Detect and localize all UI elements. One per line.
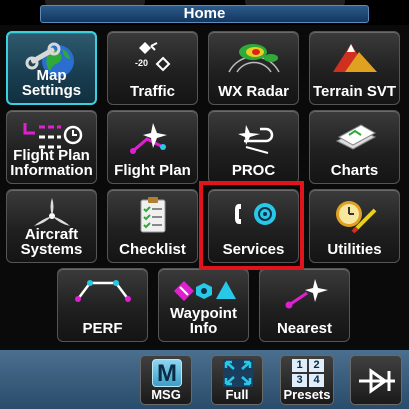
aircraft-systems-label: Aircraft Systems	[20, 226, 83, 258]
nearest-button[interactable]: Nearest	[259, 268, 350, 342]
utilities-button[interactable]: Utilities	[309, 189, 400, 263]
traffic-button[interactable]: -20 Traffic	[107, 31, 198, 105]
proc-label: PROC	[231, 162, 276, 179]
flight-plan-information-label: Flight Plan Information	[10, 147, 93, 179]
wx-radar-label: WX Radar	[218, 83, 289, 100]
page-title: Home	[183, 5, 226, 22]
top-bar: Home	[0, 0, 409, 28]
flight-plan-icon	[108, 117, 197, 157]
wx-radar-icon	[209, 38, 298, 78]
bottom-bar: M MSG Full 1 2 3 4 Presets	[0, 350, 409, 409]
msg-label: MSG	[151, 387, 181, 402]
flight-plan-label: Flight Plan	[114, 162, 191, 179]
wx-radar-button[interactable]: WX Radar	[208, 31, 299, 105]
full-button[interactable]: Full	[211, 355, 263, 405]
charts-icon	[310, 117, 399, 157]
terrain-svt-button[interactable]: Terrain SVT	[309, 31, 400, 105]
back-arrow-icon	[357, 368, 397, 394]
services-button[interactable]: Services	[208, 189, 299, 263]
perf-label: PERF	[82, 320, 123, 337]
perf-icon	[58, 275, 147, 315]
preset-digit-3: 3	[292, 374, 307, 387]
checklist-icon	[108, 196, 197, 236]
traffic-label: Traffic	[129, 83, 175, 100]
services-icon	[209, 196, 298, 236]
nearest-label: Nearest	[276, 320, 333, 337]
proc-icon	[209, 117, 298, 157]
flight-plan-button[interactable]: Flight Plan	[107, 110, 198, 184]
msg-icon-letter: M	[157, 360, 177, 387]
charts-button[interactable]: Charts	[309, 110, 400, 184]
proc-button[interactable]: PROC	[208, 110, 299, 184]
presets-icon: 1 2 3 4	[292, 359, 324, 387]
presets-button[interactable]: 1 2 3 4 Presets	[280, 355, 334, 405]
services-label: Services	[222, 241, 285, 258]
home-grid: Map Settings -20 Traffic WX Radar Terrai…	[0, 25, 409, 350]
terrain-svt-label: Terrain SVT	[312, 83, 397, 100]
map-settings-button[interactable]: Map Settings	[6, 31, 97, 105]
perf-button[interactable]: PERF	[57, 268, 148, 342]
flight-plan-information-button[interactable]: Flight Plan Information	[6, 110, 97, 184]
utilities-label: Utilities	[327, 241, 382, 258]
page-title-bar: Home	[40, 5, 369, 23]
preset-digit-1: 1	[292, 359, 307, 372]
back-button[interactable]	[350, 355, 402, 405]
preset-digit-4: 4	[309, 374, 324, 387]
traffic-altitude-text: -20	[135, 58, 148, 68]
msg-icon: M	[152, 359, 182, 387]
checklist-button[interactable]: Checklist	[107, 189, 198, 263]
preset-digit-2: 2	[309, 359, 324, 372]
waypoint-info-label: Waypoint Info	[170, 305, 237, 337]
map-settings-label: Map Settings	[21, 67, 82, 99]
fullscreen-icon	[223, 359, 253, 387]
aircraft-systems-button[interactable]: Aircraft Systems	[6, 189, 97, 263]
traffic-icon: -20	[108, 38, 197, 78]
checklist-label: Checklist	[119, 241, 186, 258]
terrain-svt-icon	[310, 38, 399, 78]
msg-button[interactable]: M MSG	[140, 355, 192, 405]
charts-label: Charts	[330, 162, 379, 179]
full-label: Full	[225, 387, 249, 402]
utilities-icon	[310, 196, 399, 236]
presets-label: Presets	[283, 387, 331, 402]
nearest-icon	[260, 275, 349, 315]
waypoint-info-button[interactable]: Waypoint Info	[158, 268, 249, 342]
